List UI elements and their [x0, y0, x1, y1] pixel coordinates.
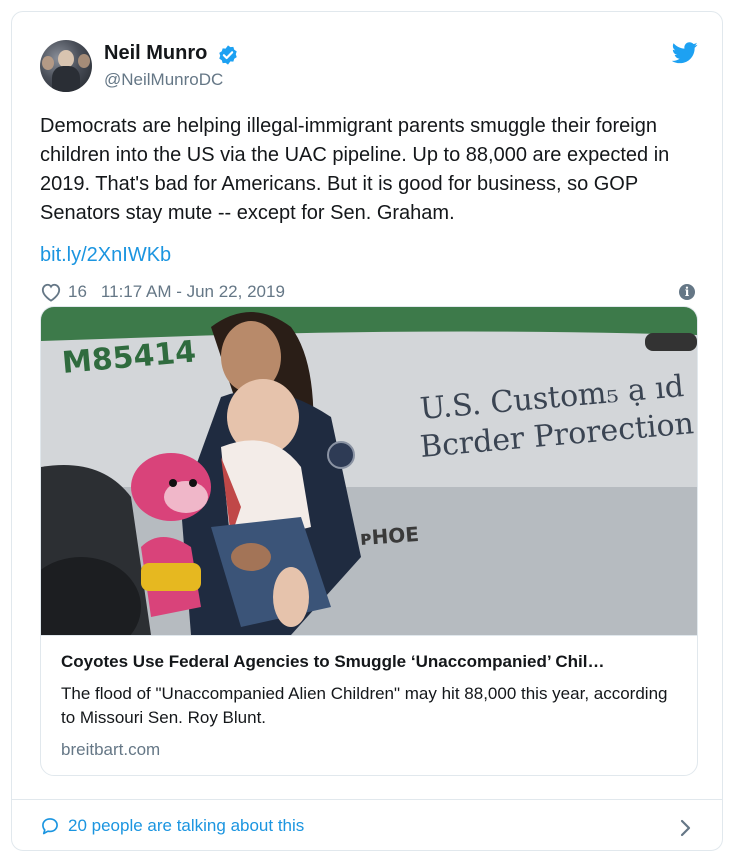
- verified-icon: [219, 45, 237, 65]
- timestamp[interactable]: 11:17 AM - Jun 22, 2019: [101, 282, 285, 302]
- comment-icon: [42, 818, 58, 835]
- card-title[interactable]: Coyotes Use Federal Agencies to Smuggle …: [61, 652, 681, 672]
- footer-divider: [12, 799, 722, 800]
- like-count[interactable]: 16: [68, 282, 87, 302]
- plate-fragment-text: ᴘHOE: [360, 522, 420, 550]
- info-icon[interactable]: i: [679, 284, 695, 300]
- card-domain[interactable]: breitbart.com: [61, 740, 160, 760]
- card-description: The flood of "Unaccompanied Alien Childr…: [61, 684, 668, 727]
- author-handle[interactable]: @NeilMunroDC: [104, 70, 223, 90]
- talking-link[interactable]: 20 people are talking about this: [40, 816, 304, 836]
- avatar[interactable]: [40, 40, 92, 92]
- author-name[interactable]: Neil Munro: [104, 42, 207, 65]
- tweet-text: Democrats are helping illegal-immigrant …: [40, 115, 670, 224]
- card-image-illustration: M85414 U.S. Custom₅ ạ ıd Bcrder Prorect…: [41, 307, 697, 635]
- card-body[interactable]: Coyotes Use Federal Agencies to Smuggle …: [41, 635, 697, 775]
- tweet-meta: 16 11:17 AM - Jun 22, 2019: [40, 280, 285, 304]
- twitter-bird-icon[interactable]: [672, 42, 698, 64]
- heart-icon[interactable]: [40, 282, 62, 302]
- card-image[interactable]: M85414 U.S. Custom₅ ạ ıd Bcrder Prorect…: [41, 307, 697, 635]
- talking-text[interactable]: 20 people are talking about this: [68, 816, 304, 836]
- chevron-right-icon[interactable]: [679, 818, 693, 838]
- tweet-card: Neil Munro @NeilMunroDC Democrats are he…: [11, 11, 723, 851]
- tweet-link[interactable]: bit.ly/2XnIWKb: [40, 244, 171, 267]
- link-preview-card[interactable]: M85414 U.S. Custom₅ ạ ıd Bcrder Prorect…: [40, 306, 698, 776]
